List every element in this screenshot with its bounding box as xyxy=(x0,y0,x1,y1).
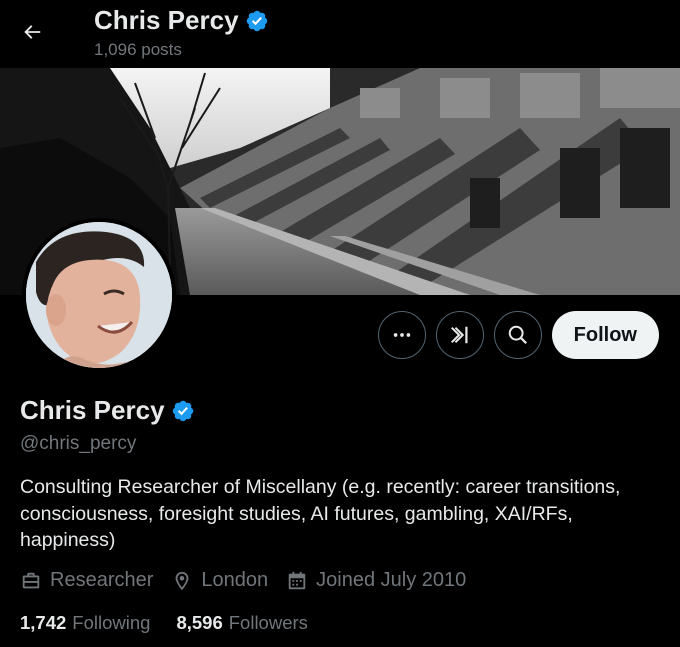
followers-count: 8,596 xyxy=(176,612,223,633)
followers-link[interactable]: 8,596 Followers xyxy=(176,612,307,634)
profile-bio: Consulting Researcher of Miscellany (e.g… xyxy=(20,476,621,551)
following-count: 1,742 xyxy=(20,612,67,633)
joined-label: Joined July 2010 xyxy=(316,569,467,591)
location-pin-icon xyxy=(175,571,189,590)
occupation-label: Researcher xyxy=(50,569,154,591)
followers-label: Followers xyxy=(228,612,308,633)
header-title: Chris Percy xyxy=(94,5,269,36)
posts-count: 1,096 posts xyxy=(94,40,182,59)
grok-icon xyxy=(450,326,468,344)
search-icon xyxy=(508,325,527,345)
back-arrow-icon xyxy=(24,25,41,39)
verified-badge-icon xyxy=(246,10,267,31)
more-button[interactable] xyxy=(377,311,426,359)
profile-actions: Follow xyxy=(377,311,659,359)
calendar-icon xyxy=(288,571,306,589)
top-bar: Chris Percy 1,096 posts xyxy=(0,0,680,68)
grok-button[interactable] xyxy=(435,311,484,359)
joined-date: Joined July 2010 xyxy=(286,569,466,592)
profile-avatar[interactable] xyxy=(22,218,176,372)
location: London xyxy=(171,569,268,592)
profile-meta: Researcher London Joined July 2010 xyxy=(20,569,466,592)
verified-badge-icon[interactable] xyxy=(171,399,195,423)
search-button[interactable] xyxy=(493,311,542,359)
profile-stats: 1,742 Following 8,596 Followers xyxy=(20,612,308,634)
profile-name: Chris Percy xyxy=(20,395,195,426)
ellipsis-icon xyxy=(393,333,410,337)
profile-handle: @chris_percy xyxy=(20,433,137,454)
following-link[interactable]: 1,742 Following xyxy=(20,612,150,634)
occupation: Researcher xyxy=(20,569,153,592)
following-label: Following xyxy=(72,612,151,633)
back-button[interactable] xyxy=(12,12,52,52)
location-label: London xyxy=(201,569,269,591)
profile-display-name: Chris Percy xyxy=(20,395,165,425)
header-name: Chris Percy xyxy=(94,5,239,35)
briefcase-icon xyxy=(22,572,40,588)
follow-button[interactable]: Follow xyxy=(551,311,659,359)
